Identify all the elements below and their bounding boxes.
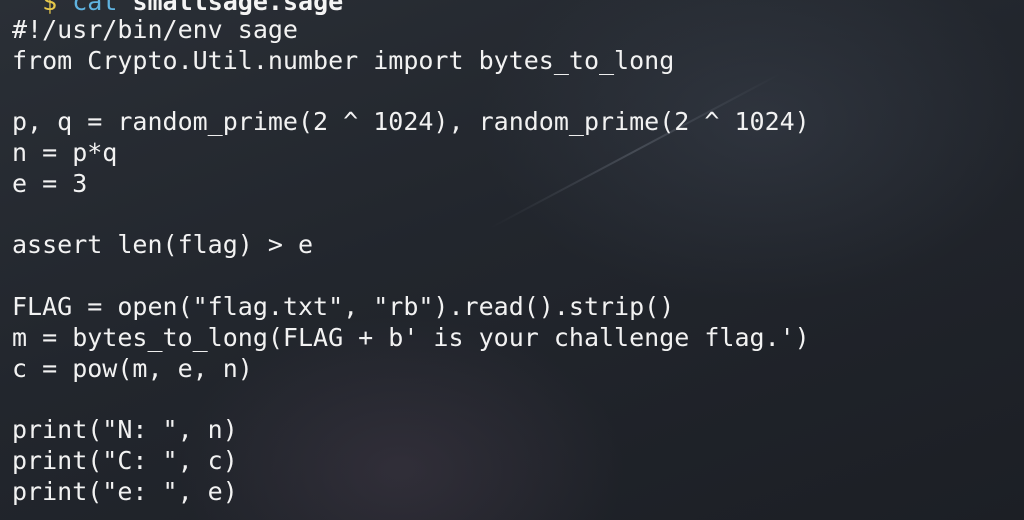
prompt-symbol: $ [42, 0, 58, 16]
code-line-assert: assert len(flag) > e [12, 230, 314, 259]
prompt-line: $ cat smallsage.sage [12, 0, 343, 16]
code-line-shebang: #!/usr/bin/env sage [12, 15, 298, 44]
code-line-import: from Crypto.Util.number import bytes_to_… [12, 46, 675, 75]
code-line-print-n: print("N: ", n) [12, 415, 238, 444]
code-line-modulus: n = p*q [12, 138, 118, 167]
code-line-print-c: print("C: ", c) [12, 446, 238, 475]
code-line-primes: p, q = random_prime(2 ^ 1024), random_pr… [12, 107, 810, 136]
terminal-output[interactable]: $ cat smallsage.sage #!/usr/bin/env sage… [0, 0, 1024, 520]
prompt-command: cat [72, 0, 118, 16]
code-line-ciphertext: c = pow(m, e, n) [12, 354, 253, 383]
code-line-print-e: print("e: ", e) [12, 477, 238, 506]
code-line-exponent: e = 3 [12, 169, 88, 198]
prompt-argument: smallsage.sage [132, 0, 344, 16]
code-line-read-flag: FLAG = open("flag.txt", "rb").read().str… [12, 292, 675, 321]
code-line-message: m = bytes_to_long(FLAG + b' is your chal… [12, 323, 810, 352]
